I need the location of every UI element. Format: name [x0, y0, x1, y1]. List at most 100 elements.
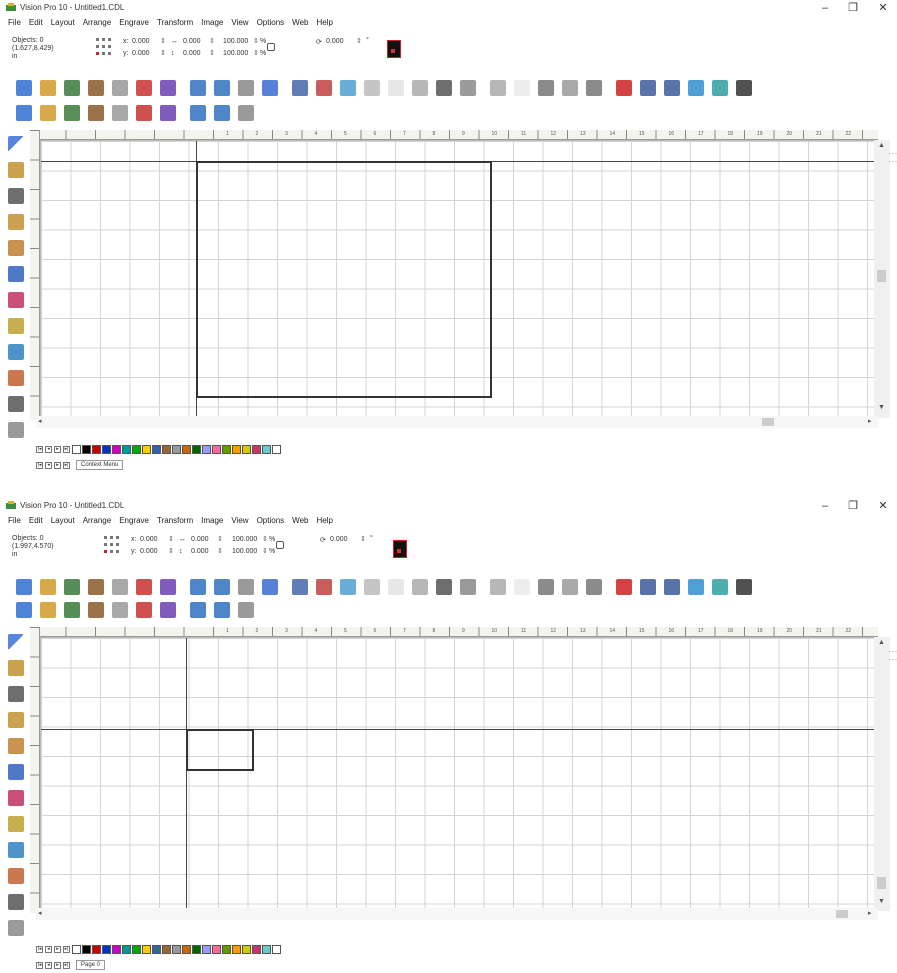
maximize-button[interactable]: ❐ [838, 0, 868, 16]
text-tool-icon[interactable] [8, 188, 24, 204]
target-icon[interactable] [136, 105, 152, 121]
draw-tool-icon[interactable] [8, 370, 24, 386]
anchor-grid-icon[interactable] [96, 38, 116, 60]
width-field[interactable]: 0.000 [191, 536, 209, 543]
color-chip[interactable] [132, 944, 141, 954]
menu-view[interactable]: View [231, 16, 248, 30]
color-chip[interactable] [142, 444, 151, 454]
color-chip[interactable] [162, 944, 171, 954]
print-icon[interactable] [88, 579, 104, 595]
stack-icon[interactable] [64, 602, 80, 618]
width-spinner[interactable]: ⇕ [217, 535, 223, 543]
menu-help[interactable]: Help [316, 514, 332, 528]
close-button[interactable]: ✕ [868, 498, 897, 514]
scroll-up-icon[interactable]: ▲ [878, 639, 885, 646]
move-icon[interactable] [736, 80, 752, 96]
color-chip[interactable] [262, 944, 271, 954]
prev-page-button[interactable]: ◂ [45, 461, 52, 469]
anchor-grid-icon[interactable] [104, 536, 124, 558]
align-icon[interactable] [664, 579, 680, 595]
color-chip[interactable] [82, 444, 91, 454]
color-chip[interactable] [172, 444, 181, 454]
zoom-tool-icon[interactable] [8, 738, 24, 754]
rectangle-object[interactable] [196, 161, 492, 398]
vscroll-thumb[interactable] [877, 877, 886, 889]
layers-icon[interactable] [160, 579, 176, 595]
menu-edit[interactable]: Edit [29, 16, 43, 30]
window-icon[interactable] [712, 579, 728, 595]
circle-icon[interactable] [514, 80, 530, 96]
width-field[interactable]: 0.000 [183, 38, 201, 45]
scale-width-field[interactable]: 100.000 [223, 38, 248, 45]
move-icon[interactable] [736, 579, 752, 595]
horizontal-scrollbar[interactable]: ◂ ▸ [36, 908, 878, 920]
hscroll-thumb[interactable] [762, 418, 774, 426]
menu-file[interactable]: File [8, 16, 21, 30]
engrave-tool-icon[interactable] [8, 162, 24, 178]
delete-icon[interactable] [616, 579, 632, 595]
vector-tool-icon[interactable] [8, 894, 24, 910]
redo-icon[interactable] [214, 579, 230, 595]
magnify-tool-icon[interactable] [8, 920, 24, 936]
text-flow-icon[interactable] [40, 105, 56, 121]
next-page-button[interactable]: ▸ [54, 461, 61, 469]
menu-transform[interactable]: Transform [157, 16, 193, 30]
menu-transform[interactable]: Transform [157, 514, 193, 528]
color-chip[interactable] [102, 944, 111, 954]
star-icon[interactable] [364, 579, 380, 595]
text-icon[interactable] [412, 579, 428, 595]
vertical-scrollbar[interactable]: ▲ ▼ [874, 637, 890, 911]
fill-tool-icon[interactable] [8, 266, 24, 282]
trace-icon[interactable] [262, 80, 278, 96]
stamp-icon[interactable] [238, 602, 254, 618]
text-alt-tool-icon[interactable] [8, 712, 24, 728]
color-chip[interactable] [112, 444, 121, 454]
height-field[interactable]: 0.000 [191, 548, 209, 555]
x-spinner[interactable]: ⇕ [160, 37, 166, 45]
prev-page-button[interactable]: ◂ [45, 961, 52, 969]
color-chip[interactable] [222, 444, 231, 454]
layers-icon[interactable] [16, 105, 32, 121]
scroll-left-icon[interactable]: ◂ [38, 417, 42, 425]
lock-aspect-icon[interactable] [267, 43, 275, 51]
table-icon[interactable] [490, 80, 506, 96]
menu-options[interactable]: Options [257, 16, 285, 30]
rotation-field[interactable]: 0.000 [326, 38, 344, 45]
scroll-left-icon[interactable]: ◂ [38, 909, 42, 917]
color-chip[interactable] [152, 944, 161, 954]
rotation-field[interactable]: 0.000 [330, 536, 348, 543]
weld-icon[interactable] [238, 579, 254, 595]
minimize-button[interactable]: – [810, 498, 840, 514]
color-chip[interactable] [72, 944, 81, 954]
page-tab[interactable]: Page 0 [76, 960, 106, 970]
engrave-icon[interactable] [112, 105, 128, 121]
width-spinner[interactable]: ⇕ [209, 37, 215, 45]
x-field[interactable]: 0.000 [140, 536, 158, 543]
next-page-button[interactable]: ▸ [54, 961, 61, 969]
vertical-scrollbar[interactable]: ▲ ▼ [874, 140, 890, 418]
menu-arrange[interactable]: Arrange [83, 514, 111, 528]
marker-icon[interactable] [136, 80, 152, 96]
select-arrow-icon[interactable] [8, 136, 24, 152]
color-chip[interactable] [122, 444, 131, 454]
delete-icon[interactable] [616, 80, 632, 96]
abc-icon[interactable] [538, 579, 554, 595]
horizontal-scrollbar[interactable]: ◂ ▸ [36, 416, 878, 428]
color-chip[interactable] [132, 444, 141, 454]
color-chip[interactable] [232, 944, 241, 954]
color-chip[interactable] [212, 444, 221, 454]
undo-icon[interactable] [190, 579, 206, 595]
menu-image[interactable]: Image [201, 16, 223, 30]
color-chip[interactable] [112, 944, 121, 954]
marker-icon[interactable] [136, 579, 152, 595]
node-tool-icon[interactable] [8, 344, 24, 360]
context-menu-tab[interactable]: Context Menu [76, 460, 124, 470]
grid-icon[interactable] [340, 579, 356, 595]
color-chip[interactable] [182, 444, 191, 454]
color-chip[interactable] [122, 944, 131, 954]
color-chip[interactable] [152, 444, 161, 454]
color-chip[interactable] [272, 944, 281, 954]
scale-w-spinner[interactable]: ⇕ [253, 37, 259, 45]
star-icon[interactable] [364, 80, 380, 96]
open-file-icon[interactable] [40, 80, 56, 96]
